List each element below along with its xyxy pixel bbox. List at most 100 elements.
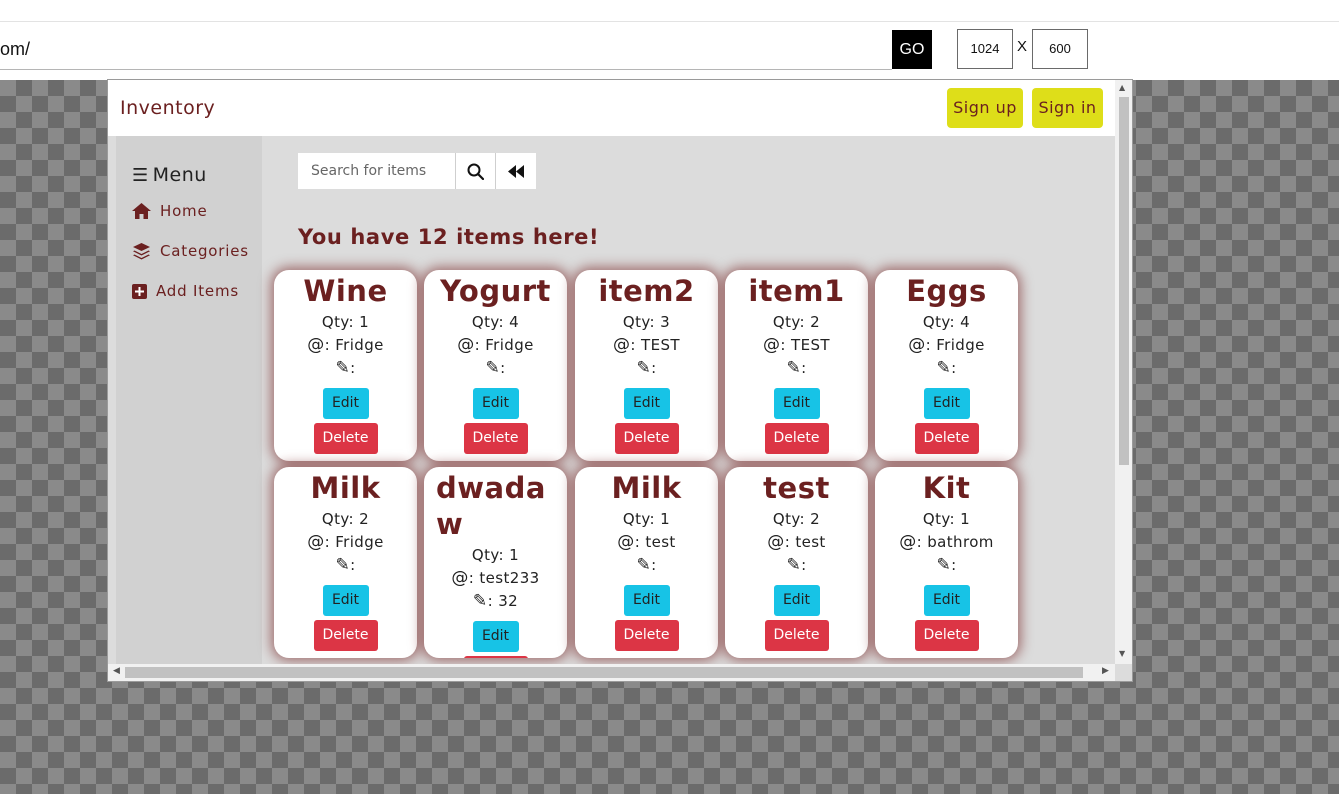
delete-button[interactable]: Delete [914, 620, 979, 651]
item-card: Eggs Qty: 4 @: Fridge ✎: Edit Delete [875, 270, 1018, 461]
edit-button[interactable]: Edit [472, 621, 519, 652]
item-card: Milk Qty: 2 @: Fridge ✎: Edit Delete [274, 467, 417, 658]
item-qty: Qty: 1 [471, 546, 520, 564]
at-icon: @ [613, 335, 631, 355]
edit-note-icon: ✎ [936, 358, 952, 378]
home-icon [132, 203, 151, 219]
item-qty: Qty: 2 [321, 510, 370, 528]
edit-note-icon: ✎ [335, 555, 351, 575]
edit-note-icon: ✎ [472, 591, 488, 611]
item-location: @: test233 [451, 568, 540, 588]
item-name: test [763, 471, 830, 505]
menu-heading[interactable]: ☰ Menu [132, 164, 207, 186]
item-note: ✎: 32 [472, 591, 519, 611]
item-note: ✎: [636, 358, 657, 378]
sidebar-item-label: Add Items [156, 282, 239, 300]
at-icon: @ [763, 335, 781, 355]
at-icon: @ [451, 568, 469, 588]
item-location: @: TEST [763, 335, 830, 355]
search-input[interactable] [298, 153, 456, 189]
delete-button[interactable]: Delete [313, 423, 378, 454]
scroll-up-arrow-icon[interactable]: ▲ [1119, 83, 1125, 92]
vertical-scrollbar[interactable]: ▲ ▼ [1115, 80, 1132, 664]
edit-note-icon: ✎ [636, 358, 652, 378]
horizontal-scrollbar[interactable]: ◀ ▶ [108, 664, 1115, 681]
edit-button[interactable]: Edit [923, 585, 970, 616]
brand-link[interactable]: Inventory [120, 97, 215, 119]
edit-button[interactable]: Edit [322, 388, 369, 419]
item-card: item1 Qty: 2 @: TEST ✎: Edit Delete [725, 270, 868, 461]
vertical-scroll-thumb[interactable] [1119, 97, 1129, 465]
item-card: Kit Qty: 1 @: bathrom ✎: Edit Delete [875, 467, 1018, 658]
go-button[interactable]: GO [892, 30, 932, 69]
edit-button[interactable]: Edit [623, 388, 670, 419]
scrollbar-corner [1115, 664, 1132, 681]
item-name: dwadaw [436, 471, 546, 541]
item-note: ✎: [936, 358, 957, 378]
edit-note-icon: ✎ [936, 555, 952, 575]
scroll-down-arrow-icon[interactable]: ▼ [1119, 649, 1125, 658]
at-icon: @ [908, 335, 926, 355]
delete-button[interactable]: Delete [764, 620, 829, 651]
search-bar [298, 153, 536, 189]
viewport-frame: Inventory Sign up Sign in ☰ Menu Home Cat… [107, 79, 1133, 682]
horizontal-scroll-thumb[interactable] [125, 667, 1083, 678]
item-location: @: bathrom [899, 532, 994, 552]
search-button[interactable] [456, 153, 496, 189]
delete-button[interactable]: Delete [614, 620, 679, 651]
edit-button[interactable]: Edit [472, 388, 519, 419]
item-name: item1 [748, 274, 845, 308]
item-name: Yogurt [440, 274, 551, 308]
item-location: @: Fridge [457, 335, 534, 355]
item-name: Milk [310, 471, 381, 505]
scroll-right-arrow-icon[interactable]: ▶ [1102, 666, 1109, 676]
item-qty: Qty: 4 [922, 313, 971, 331]
browser-toolbar: om/ GO 1024 X 600 [0, 0, 1339, 80]
item-note: ✎: [335, 358, 356, 378]
item-qty: Qty: 1 [922, 510, 971, 528]
delete-button[interactable]: Delete [463, 423, 528, 454]
scroll-left-arrow-icon[interactable]: ◀ [113, 666, 120, 676]
delete-button[interactable]: Delete [914, 423, 979, 454]
item-card: dwadaw Qty: 1 @: test233 ✎: 32 Edit Dele… [424, 467, 567, 658]
at-icon: @ [899, 532, 917, 552]
edit-button[interactable]: Edit [623, 585, 670, 616]
delete-button[interactable]: Delete [313, 620, 378, 651]
menu-title-label: Menu [152, 164, 207, 186]
item-qty: Qty: 2 [772, 313, 821, 331]
delete-button[interactable]: Delete [614, 423, 679, 454]
item-card: Wine Qty: 1 @: Fridge ✎: Edit Delete [274, 270, 417, 461]
item-note: ✎: [335, 555, 356, 575]
item-name: Kit [922, 471, 971, 505]
toolbar-divider [0, 21, 1339, 22]
at-icon: @ [457, 335, 475, 355]
edit-button[interactable]: Edit [923, 388, 970, 419]
sidebar-item-home[interactable]: Home [132, 202, 208, 220]
item-location: @: Fridge [307, 532, 384, 552]
hamburger-icon: ☰ [132, 165, 149, 186]
sidebar-item-label: Categories [160, 242, 249, 260]
signup-button[interactable]: Sign up [947, 88, 1023, 128]
item-qty: Qty: 1 [321, 313, 370, 331]
edit-button[interactable]: Edit [773, 388, 820, 419]
edit-button[interactable]: Edit [773, 585, 820, 616]
url-field[interactable]: om/ [0, 30, 892, 70]
sidebar-item-add-items[interactable]: Add Items [132, 282, 239, 300]
edit-button[interactable]: Edit [322, 585, 369, 616]
item-card: Yogurt Qty: 4 @: Fridge ✎: Edit Delete [424, 270, 567, 461]
item-note: ✎: [485, 358, 506, 378]
item-qty: Qty: 4 [471, 313, 520, 331]
item-note: ✎: [636, 555, 657, 575]
edit-note-icon: ✎ [335, 358, 351, 378]
viewport-width-input[interactable]: 1024 [957, 29, 1013, 69]
sidebar: ☰ Menu Home Categories Add Items [116, 136, 262, 664]
item-location: @: Fridge [307, 335, 384, 355]
delete-button[interactable]: Delete [764, 423, 829, 454]
delete-button[interactable]: Delete [463, 656, 528, 658]
sidebar-item-categories[interactable]: Categories [132, 242, 249, 260]
item-card: item2 Qty: 3 @: TEST ✎: Edit Delete [575, 270, 718, 461]
viewport-height-input[interactable]: 600 [1032, 29, 1088, 69]
signin-button[interactable]: Sign in [1032, 88, 1103, 128]
plus-square-icon [132, 283, 147, 299]
reset-button[interactable] [496, 153, 536, 189]
